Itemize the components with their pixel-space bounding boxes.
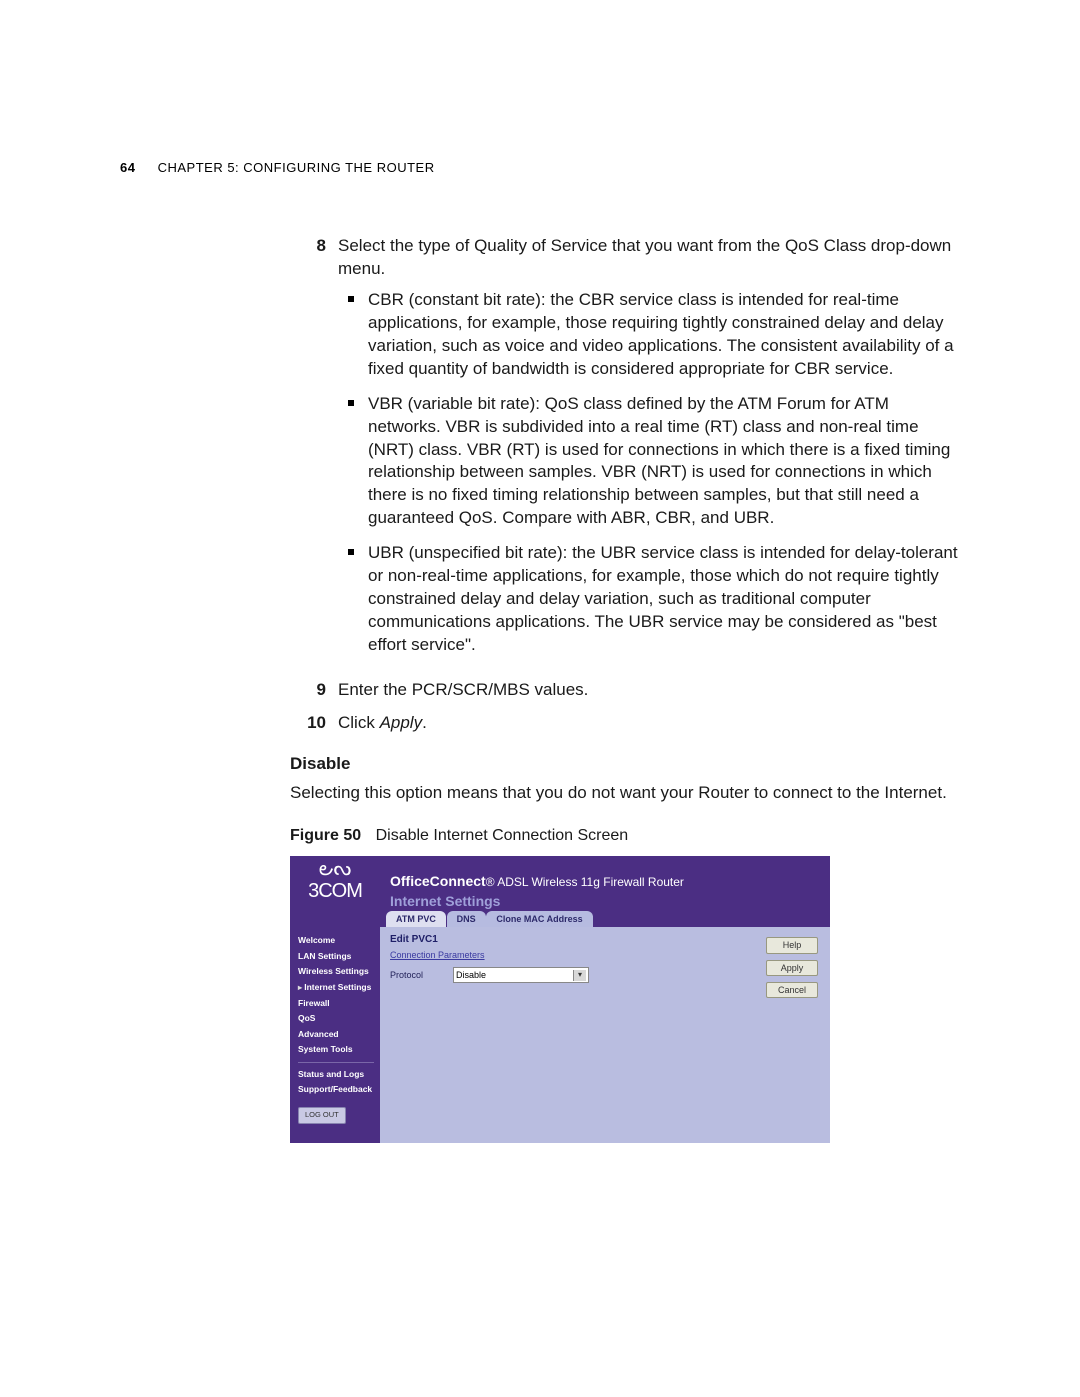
tab-atm-pvc[interactable]: ATM PVC: [386, 911, 446, 927]
router-ui-screenshot: ౿ᔓ 3COM OfficeConnect® ADSL Wireless 11g…: [290, 856, 830, 1143]
sidebar-item-status[interactable]: Status and Logs: [298, 1069, 374, 1080]
sidebar-item-welcome[interactable]: Welcome: [298, 935, 374, 946]
disable-paragraph: Selecting this option means that you do …: [290, 782, 960, 805]
tab-clone-mac[interactable]: Clone MAC Address: [486, 911, 592, 927]
apply-word: Apply: [380, 713, 423, 732]
panel-title: Edit PVC1: [390, 933, 820, 947]
tab-dns[interactable]: DNS: [447, 911, 486, 927]
sidebar-item-lan[interactable]: LAN Settings: [298, 951, 374, 962]
sidebar-item-system-tools[interactable]: System Tools: [298, 1044, 374, 1055]
section-title: Internet Settings: [390, 892, 830, 911]
disable-heading: Disable: [290, 753, 960, 776]
chevron-down-icon: ▾: [573, 970, 586, 981]
title-cell: OfficeConnect® ADSL Wireless 11g Firewal…: [380, 866, 830, 912]
apply-button[interactable]: Apply: [766, 960, 818, 976]
sidebar-item-firewall[interactable]: Firewall: [298, 998, 374, 1009]
action-buttons: Help Apply Cancel: [766, 937, 818, 997]
step-number: 10: [290, 712, 338, 735]
figure-caption: Figure 50 Disable Internet Connection Sc…: [290, 825, 960, 847]
sidebar-item-internet[interactable]: Internet Settings: [298, 982, 374, 994]
sidebar-item-wireless[interactable]: Wireless Settings: [298, 966, 374, 977]
brand-cell: ౿ᔓ 3COM: [290, 856, 380, 911]
main-panel: Edit PVC1 Connection Parameters Protocol…: [380, 927, 830, 1143]
sidebar-item-support[interactable]: Support/Feedback: [298, 1084, 374, 1095]
sidebar-item-qos[interactable]: QoS: [298, 1013, 374, 1024]
protocol-row: Protocol Disable ▾: [390, 967, 820, 983]
step-number: 9: [290, 679, 338, 702]
figure-label: Figure 50: [290, 827, 361, 844]
brand-swirl-icon: ౿ᔓ: [290, 860, 380, 878]
product-line: OfficeConnect® ADSL Wireless 11g Firewal…: [390, 872, 830, 891]
running-header: 64 CHAPTER 5: CONFIGURING THE ROUTER: [120, 160, 960, 175]
logout-button[interactable]: LOG OUT: [298, 1107, 346, 1123]
sidebar: Welcome LAN Settings Wireless Settings I…: [290, 927, 380, 1143]
tab-row: ATM PVC DNS Clone MAC Address: [290, 911, 830, 927]
sidebar-item-advanced[interactable]: Advanced: [298, 1029, 374, 1040]
step-10-text: Click Apply.: [338, 712, 960, 735]
product-rest: ®: [486, 875, 495, 889]
help-button[interactable]: Help: [766, 937, 818, 953]
product-desc: ADSL Wireless 11g Firewall Router: [497, 875, 684, 889]
protocol-value: Disable: [456, 969, 486, 981]
step-number: 8: [290, 235, 338, 669]
sidebar-divider: [298, 1062, 374, 1063]
step-9-text: Enter the PCR/SCR/MBS values.: [338, 679, 960, 702]
cancel-button[interactable]: Cancel: [766, 982, 818, 998]
figure-caption-text: Disable Internet Connection Screen: [376, 827, 629, 844]
list-item: UBR (unspecified bit rate): the UBR serv…: [338, 542, 960, 657]
step-9: 9 Enter the PCR/SCR/MBS values.: [290, 679, 960, 702]
step-10: 10 Click Apply.: [290, 712, 960, 735]
qos-class-list: CBR (constant bit rate): the CBR service…: [338, 289, 960, 657]
product-bold: OfficeConnect: [390, 873, 486, 889]
step-8-intro: Select the type of Quality of Service th…: [338, 236, 951, 278]
protocol-dropdown[interactable]: Disable ▾: [453, 967, 589, 983]
chapter-title: CHAPTER 5: CONFIGURING THE ROUTER: [158, 160, 435, 175]
list-item: CBR (constant bit rate): the CBR service…: [338, 289, 960, 381]
protocol-label: Protocol: [390, 969, 423, 981]
brand-name: 3COM: [290, 878, 380, 905]
panel-subtitle: Connection Parameters: [390, 949, 820, 961]
list-item: VBR (variable bit rate): QoS class defin…: [338, 393, 960, 531]
router-header: ౿ᔓ 3COM OfficeConnect® ADSL Wireless 11g…: [290, 856, 830, 911]
step-8: 8 Select the type of Quality of Service …: [290, 235, 960, 669]
page-number: 64: [120, 160, 135, 175]
